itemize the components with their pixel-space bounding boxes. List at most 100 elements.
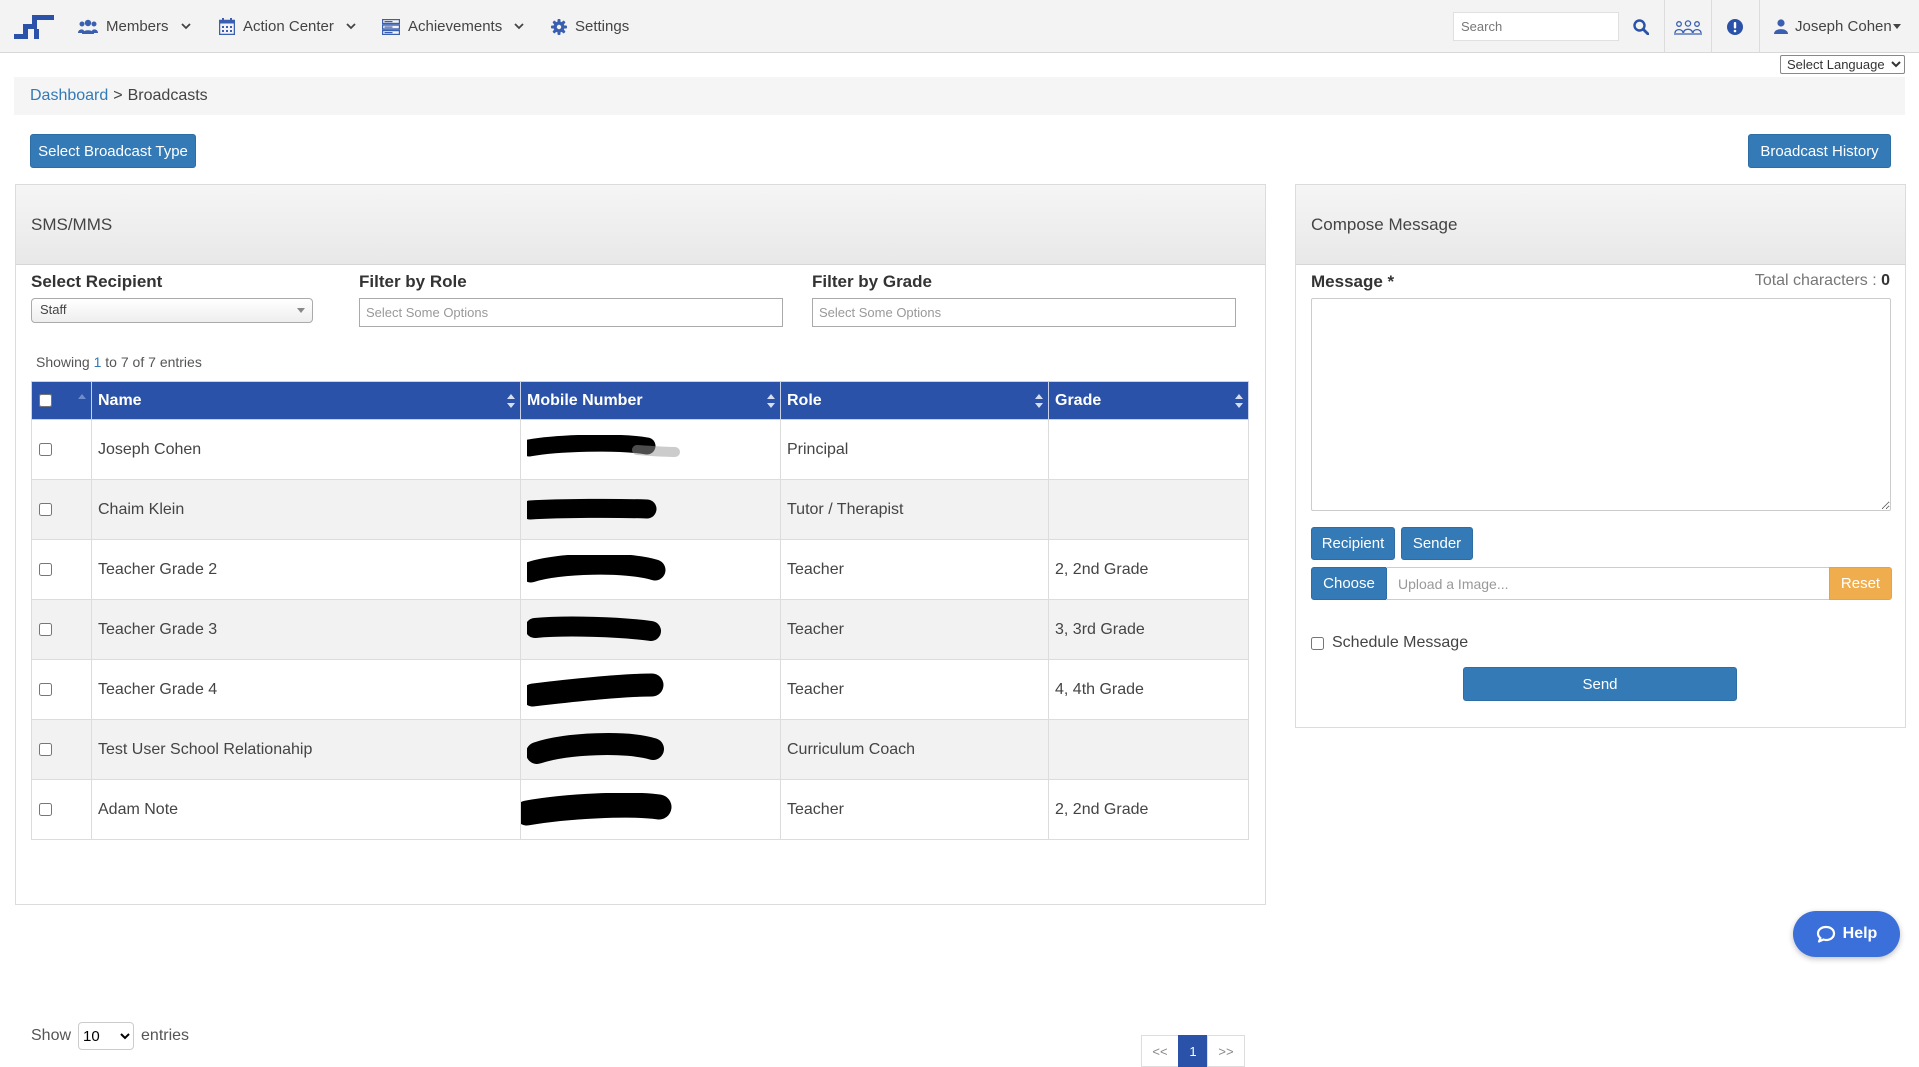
row-select-cell[interactable] [31, 719, 92, 780]
character-count: Total characters : 0 [1755, 272, 1890, 290]
table-row[interactable]: Chaim Klein Tutor / Therapist [31, 479, 1249, 540]
filter-role-placeholder: Select Some Options [366, 305, 489, 320]
gear-icon [551, 18, 567, 35]
select-broadcast-type-button[interactable]: Select Broadcast Type [30, 134, 196, 168]
row-checkbox[interactable] [39, 742, 52, 756]
row-checkbox[interactable] [39, 442, 52, 456]
role-cell: Teacher [780, 659, 1049, 720]
sort-asc-icon [78, 394, 86, 399]
column-header-grade-label: Grade [1055, 391, 1102, 409]
table-row[interactable]: Test User School Relationahip Curriculum… [31, 719, 1249, 780]
role-cell: Principal [780, 419, 1049, 480]
chevron-down-icon [514, 23, 524, 30]
table-info-from: 1 [93, 354, 102, 370]
grade-cell: 2, 2nd Grade [1048, 779, 1249, 840]
nav-members[interactable]: Members [78, 0, 191, 53]
compose-panel-header: Compose Message [1296, 185, 1905, 265]
entries-label: entries [141, 1027, 190, 1044]
row-select-cell[interactable] [31, 779, 92, 840]
table-info: Showing 1 to 7 of 7 entries [36, 354, 202, 370]
sender-button[interactable]: Sender [1401, 527, 1473, 560]
select-all-header[interactable] [31, 381, 92, 420]
column-header-role[interactable]: Role [780, 381, 1049, 420]
name-cell: Test User School Relationahip [91, 719, 521, 780]
reset-button[interactable]: Reset [1829, 567, 1892, 600]
schedule-message-checkbox[interactable] [1311, 636, 1324, 650]
people-group-icon [1674, 19, 1702, 35]
row-select-cell[interactable] [31, 419, 92, 480]
grade-cell [1048, 419, 1249, 480]
row-select-cell[interactable] [31, 659, 92, 720]
user-menu[interactable]: Joseph Cohen [1774, 0, 1901, 53]
alerts-button[interactable] [1712, 0, 1758, 53]
pagination-next[interactable]: >> [1207, 1035, 1245, 1067]
mobile-cell [520, 719, 781, 780]
mobile-cell [520, 479, 781, 540]
table-info-suffix: entries [159, 354, 202, 370]
logo-icon[interactable] [14, 12, 54, 40]
language-select[interactable]: Select Language [1780, 55, 1905, 74]
row-checkbox[interactable] [39, 802, 52, 816]
table-row[interactable]: Joseph Cohen Principal [31, 419, 1249, 480]
upload-image-placeholder: Upload a Image... [1398, 576, 1509, 592]
schedule-message-option[interactable]: Schedule Message [1311, 634, 1468, 652]
pagination-page-1[interactable]: 1 [1178, 1035, 1208, 1067]
table-header-row: Name Mobile Number Role Grade [31, 381, 1249, 420]
grade-cell: 3, 3rd Grade [1048, 599, 1249, 660]
row-select-cell[interactable] [31, 539, 92, 600]
breadcrumb-current: Broadcasts [127, 87, 208, 104]
nav-action-center[interactable]: Action Center [219, 0, 356, 53]
column-header-grade[interactable]: Grade [1048, 381, 1249, 420]
group-switch-button[interactable] [1665, 0, 1711, 53]
nav-action-center-label: Action Center [243, 18, 334, 35]
entries-per-page-select[interactable]: 10 [78, 1022, 135, 1050]
grade-cell [1048, 719, 1249, 780]
search-input[interactable] [1453, 12, 1619, 41]
table-row[interactable]: Adam Note Teacher 2, 2nd Grade [31, 779, 1249, 840]
redaction-mark [527, 498, 657, 519]
pagination-prev[interactable]: << [1141, 1035, 1179, 1067]
choose-file-button[interactable]: Choose [1311, 567, 1387, 600]
recipient-select[interactable]: Staff [31, 298, 313, 323]
table-info-prefix: Showing [36, 354, 90, 370]
send-button[interactable]: Send [1463, 667, 1737, 701]
role-cell: Tutor / Therapist [780, 479, 1049, 540]
select-recipient-label: Select Recipient [31, 272, 163, 291]
help-button[interactable]: Help [1793, 911, 1900, 957]
nav-settings[interactable]: Settings [551, 0, 629, 53]
recipient-button[interactable]: Recipient [1311, 527, 1395, 560]
nav-achievements[interactable]: Achievements [382, 0, 524, 53]
broadcast-history-button[interactable]: Broadcast History [1748, 134, 1891, 168]
search-button[interactable] [1626, 0, 1656, 53]
column-header-mobile[interactable]: Mobile Number [520, 381, 781, 420]
sort-icon [1035, 394, 1043, 408]
row-checkbox[interactable] [39, 682, 52, 696]
column-header-name-label: Name [98, 391, 142, 409]
filter-grade-placeholder: Select Some Options [819, 305, 942, 320]
nav-members-label: Members [106, 18, 169, 35]
compose-panel-title: Compose Message [1311, 214, 1458, 234]
grade-cell: 4, 4th Grade [1048, 659, 1249, 720]
column-header-name[interactable]: Name [91, 381, 521, 420]
message-textarea[interactable] [1311, 298, 1891, 511]
role-cell: Curriculum Coach [780, 719, 1049, 780]
filter-grade-input[interactable]: Select Some Options [812, 298, 1236, 327]
row-checkbox[interactable] [39, 622, 52, 636]
breadcrumb: Dashboard > Broadcasts [14, 77, 1905, 115]
row-select-cell[interactable] [31, 599, 92, 660]
table-row[interactable]: Teacher Grade 3 Teacher 3, 3rd Grade [31, 599, 1249, 660]
row-select-cell[interactable] [31, 479, 92, 540]
row-checkbox[interactable] [39, 502, 52, 516]
user-name: Joseph Cohen [1795, 18, 1892, 35]
upload-image-field[interactable]: Upload a Image... [1386, 567, 1829, 600]
row-checkbox[interactable] [39, 562, 52, 576]
table-row[interactable]: Teacher Grade 2 Teacher 2, 2nd Grade [31, 539, 1249, 600]
nav-divider [1759, 0, 1760, 53]
help-label: Help [1842, 925, 1878, 942]
filter-role-input[interactable]: Select Some Options [359, 298, 783, 327]
select-all-checkbox[interactable] [39, 393, 52, 407]
sort-icon [767, 394, 775, 408]
message-label: Message * [1311, 272, 1395, 291]
table-row[interactable]: Teacher Grade 4 Teacher 4, 4th Grade [31, 659, 1249, 720]
breadcrumb-dashboard-link[interactable]: Dashboard [30, 87, 108, 105]
